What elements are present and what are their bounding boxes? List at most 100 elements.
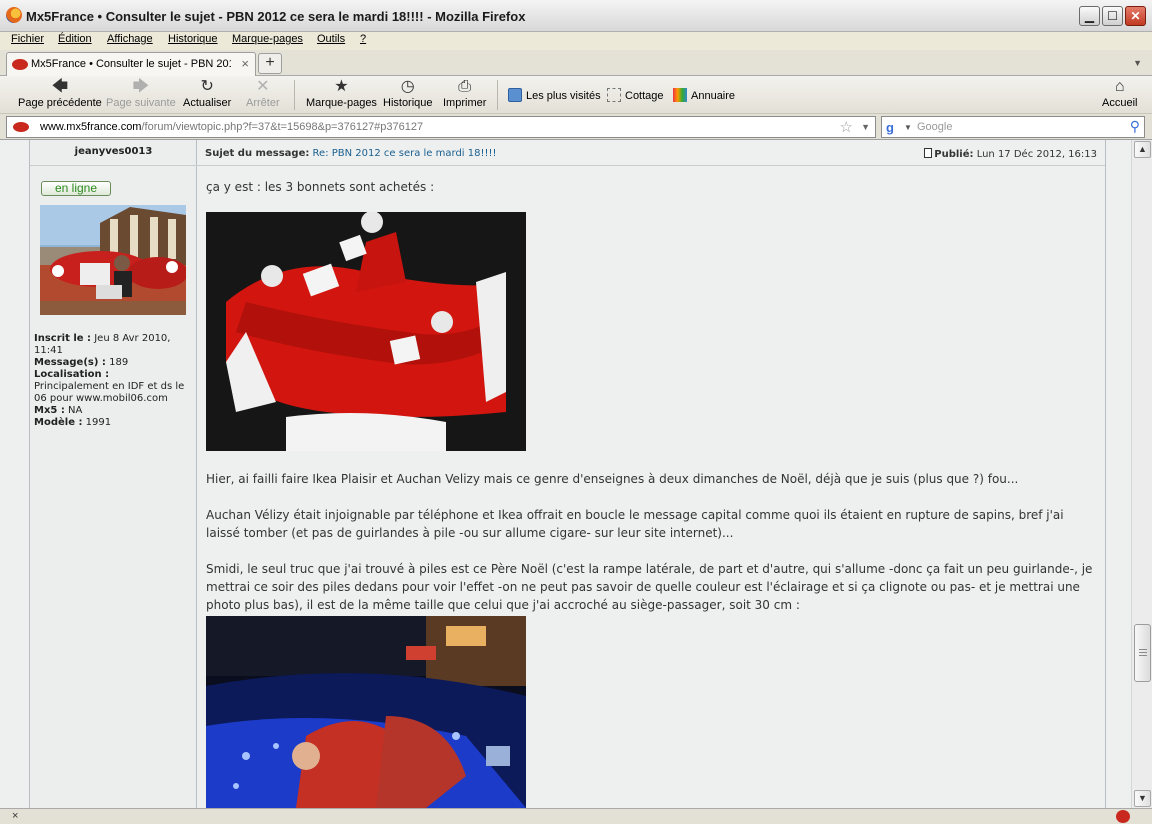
forward-label: Page suivante (106, 97, 176, 109)
history-button[interactable]: ◷ Historique (383, 78, 433, 109)
new-tab-button[interactable]: + (258, 53, 282, 74)
stop-button[interactable]: ✕ Arrêter (246, 78, 280, 109)
bookmarks-button[interactable]: ★ Marque-pages (306, 78, 377, 109)
window-title: Mx5France • Consulter le sujet - PBN 201… (26, 9, 526, 24)
published-label: Publié: (934, 149, 974, 160)
forward-button[interactable]: 🡆 Page suivante (106, 78, 176, 109)
arrow-right-icon: 🡆 (132, 78, 150, 95)
post-paragraph: Smidi, le seul truc que j'ai trouvé à pi… (206, 562, 1093, 612)
tab-list-chevron-down-icon[interactable]: ▼ (1133, 58, 1142, 68)
menu-affichage[interactable]: Affichage (107, 33, 153, 45)
address-url: www.mx5france.com/forum/viewtopic.php?f=… (40, 121, 423, 133)
tab-bar: Mx5France • Consulter le sujet - PBN 201… (0, 50, 1152, 76)
post-published: Publié: Lun 17 Déc 2012, 16:13 (924, 148, 1097, 160)
post-paragraph: Hier, ai failli faire Ikea Plaisir et Au… (206, 472, 1019, 486)
divider (30, 165, 197, 166)
cottage-label: Cottage (625, 90, 664, 102)
annuaire-icon (673, 88, 687, 102)
addon-icon[interactable] (1116, 810, 1130, 823)
location-value: Principalement en IDF et ds le 06 pour w… (34, 381, 185, 404)
minimize-button[interactable]: ▁ (1079, 6, 1100, 26)
post-author-column: jeanyves0013 en ligne Inscrit le: Jeu 8… (30, 140, 197, 808)
home-label: Accueil (1102, 97, 1138, 109)
scroll-down-chevron-icon[interactable]: ▼ (1134, 790, 1151, 807)
page-right-margin (1105, 140, 1131, 808)
arrow-left-icon: 🡄 (51, 78, 69, 95)
toolbar-separator (497, 80, 498, 110)
vertical-scrollbar[interactable]: ▲ ▼ (1131, 140, 1152, 808)
mx5-value: NA (68, 405, 83, 416)
bookmark-annuaire[interactable]: Annuaire (673, 88, 735, 102)
tab-title: Mx5France • Consulter le sujet - PBN 201… (31, 58, 231, 70)
car-interior-photo[interactable] (206, 616, 526, 808)
google-engine-icon[interactable]: g (886, 120, 901, 135)
maximize-button[interactable]: ☐ (1102, 6, 1123, 26)
print-button[interactable]: ⎙ Imprimer (443, 78, 486, 109)
search-bar[interactable]: g ▼ Google ⚲ (881, 116, 1145, 138)
print-label: Imprimer (443, 97, 487, 109)
model-value: 1991 (85, 417, 112, 428)
post-paragraph: ça y est : les 3 bonnets sont achetés : (206, 180, 435, 194)
annuaire-label: Annuaire (691, 90, 736, 102)
menu-edition[interactable]: Édition (58, 33, 92, 45)
address-bar[interactable]: www.mx5france.com/forum/viewtopic.php?f=… (6, 116, 876, 138)
stop-label: Arrêter (246, 97, 280, 109)
scrollbar-thumb[interactable] (1134, 624, 1151, 682)
model-label: Modèle : (34, 417, 83, 428)
santa-hats-photo[interactable] (206, 212, 526, 451)
tab-close-icon[interactable]: × (241, 56, 249, 71)
toolbar-separator (294, 80, 295, 110)
menu-help[interactable]: ? (360, 33, 366, 45)
home-button[interactable]: ⌂ Accueil (1102, 78, 1137, 109)
menu-marque-pages[interactable]: Marque-pages (232, 33, 303, 45)
search-icon[interactable]: ⚲ (1130, 118, 1140, 135)
home-icon: ⌂ (1114, 78, 1125, 95)
reload-label: Actualiser (183, 97, 232, 109)
page-icon (607, 88, 621, 102)
scroll-up-chevron-icon[interactable]: ▲ (1134, 141, 1151, 158)
close-findbar-icon[interactable]: × (12, 810, 18, 822)
url-history-chevron-down-icon[interactable]: ▼ (861, 122, 870, 132)
avatar (40, 205, 186, 315)
online-badge: en ligne (41, 181, 111, 196)
window-titlebar: Mx5France • Consulter le sujet - PBN 201… (0, 0, 1152, 32)
clock-icon: ◷ (400, 78, 415, 95)
site-identity-icon[interactable] (13, 122, 29, 132)
most-visited-label: Les plus visités (526, 90, 601, 102)
subject-label: Sujet du message: (205, 148, 310, 159)
reload-button[interactable]: ↻ Actualiser (183, 78, 231, 109)
firefox-logo-icon (6, 7, 22, 23)
post-subject: Sujet du message: Re: PBN 2012 ce sera l… (205, 148, 497, 159)
search-placeholder: Google (917, 121, 953, 133)
menu-historique[interactable]: Historique (168, 33, 218, 45)
history-label: Historique (383, 97, 433, 109)
printer-icon: ⎙ (458, 78, 472, 95)
menu-fichier[interactable]: Fichier (11, 33, 44, 45)
page-viewport: jeanyves0013 en ligne Inscrit le: Jeu 8… (0, 140, 1131, 808)
registered-label: Inscrit le : (34, 333, 92, 344)
post-paragraph: Auchan Vélizy était injoignable par télé… (206, 508, 1064, 540)
bookmarks-label: Marque-pages (306, 97, 377, 109)
document-icon[interactable] (924, 148, 933, 158)
published-value: Lun 17 Déc 2012, 16:13 (976, 149, 1097, 160)
status-bar: × (0, 808, 1152, 824)
subject-link[interactable]: Re: PBN 2012 ce sera le mardi 18!!!! (313, 148, 497, 159)
bookmark-most-visited[interactable]: Les plus visités (508, 88, 601, 102)
back-button[interactable]: 🡄 Page précédente (18, 78, 102, 109)
post-author[interactable]: jeanyves0013 (30, 146, 197, 157)
site-favicon-icon (12, 59, 28, 70)
menu-outils[interactable]: Outils (317, 33, 345, 45)
mx5-label: Mx5 : (34, 405, 65, 416)
close-window-button[interactable]: ✕ (1125, 6, 1146, 26)
navigation-toolbar: 🡄 Page précédente 🡆 Page suivante ↻ Actu… (0, 76, 1152, 114)
author-profile: Inscrit le : Jeu 8 Avr 2010, 11:41 Messa… (34, 333, 196, 429)
bookmark-cottage[interactable]: Cottage (607, 88, 664, 102)
messages-label: Message(s) : (34, 357, 106, 368)
bookmark-star-icon[interactable]: ☆ (840, 118, 853, 136)
engine-chevron-down-icon[interactable]: ▼ (904, 123, 912, 132)
tab-active[interactable]: Mx5France • Consulter le sujet - PBN 201… (6, 52, 256, 76)
stop-icon: ✕ (256, 78, 270, 95)
page-left-margin (0, 140, 30, 808)
url-host: www.mx5france.com (40, 121, 142, 133)
back-label: Page précédente (18, 97, 102, 109)
